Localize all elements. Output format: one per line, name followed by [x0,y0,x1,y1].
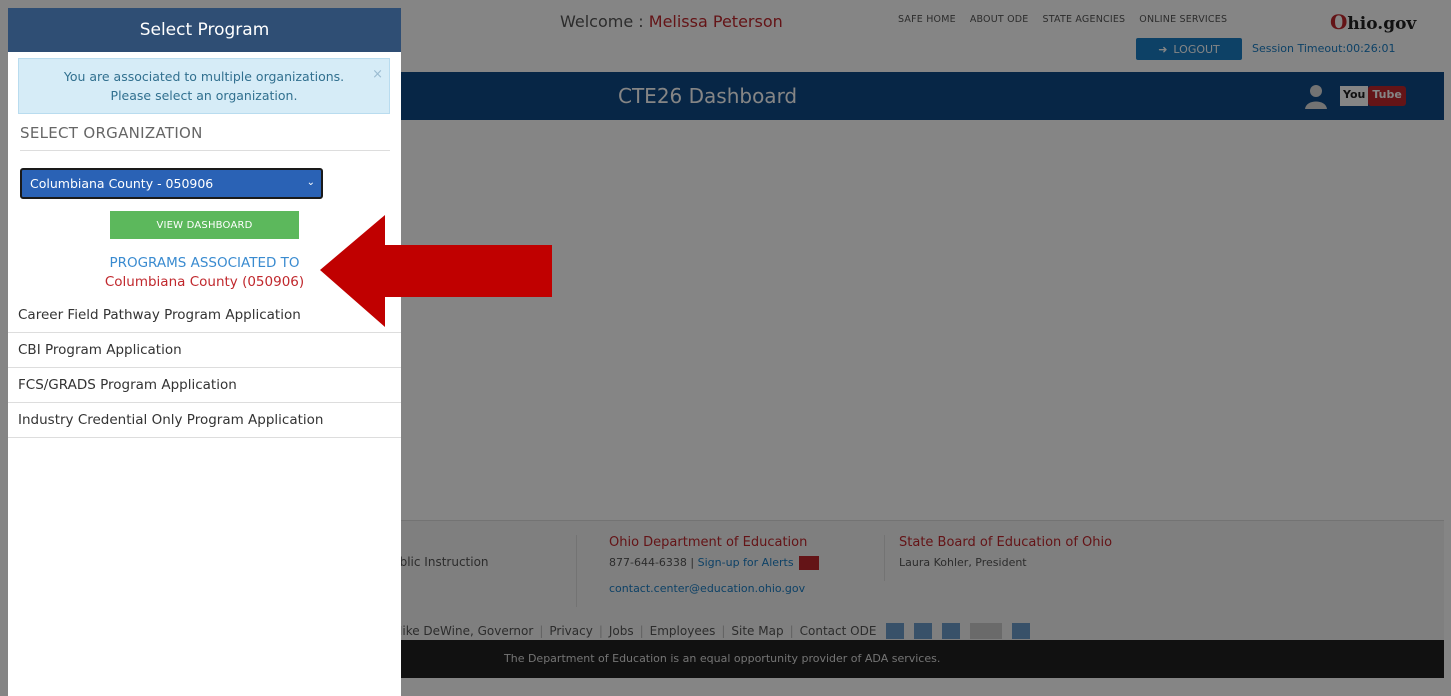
select-organization-label: SELECT ORGANIZATION [20,124,390,151]
organization-select[interactable]: Columbiana County - 050906 ⌄ [20,168,323,199]
selected-organization: Columbiana County - 050906 [30,176,214,191]
chevron-down-icon: ⌄ [306,177,315,188]
program-item-fcs-grads[interactable]: FCS/GRADS Program Application [8,368,401,403]
red-arrow-annotation [320,215,552,327]
panel-title: Select Program [8,8,401,52]
multiple-orgs-alert: You are associated to multiple organizat… [18,58,390,114]
alert-line1: You are associated to multiple organizat… [63,69,345,84]
program-item-cbi[interactable]: CBI Program Application [8,333,401,368]
view-dashboard-button[interactable]: VIEW DASHBOARD [110,211,299,239]
program-item-industry-credential[interactable]: Industry Credential Only Program Applica… [8,403,401,438]
close-icon[interactable]: × [372,65,383,84]
alert-line2: Please select an organization. [110,88,298,103]
select-program-panel: Select Program You are associated to mul… [8,8,401,696]
